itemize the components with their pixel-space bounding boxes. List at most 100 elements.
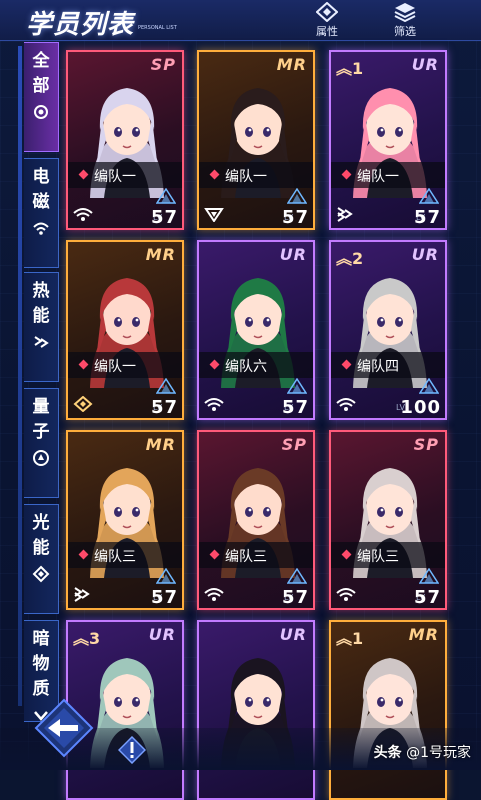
level-value: 57	[281, 397, 309, 418]
rarity-badge: SP	[150, 55, 176, 74]
student-card[interactable]: UR ︽1 编队一 LV 57	[329, 50, 447, 230]
level-value: 57	[150, 587, 178, 608]
star-rank-value: 3	[89, 629, 101, 648]
team-tag: 编队一	[68, 162, 182, 188]
layers-icon	[394, 3, 416, 22]
student-card[interactable]: SP 编队三 LV 57	[197, 430, 315, 610]
team-tag: 编队三	[68, 542, 182, 568]
page-title: 学员列表	[26, 10, 135, 40]
team-tag: 编队三	[199, 542, 313, 568]
team-tag: 编队六	[199, 352, 313, 378]
attribute-button[interactable]: 属性	[302, 2, 352, 38]
watermark-account: @1号玩家	[406, 745, 471, 761]
class-triangle-icon	[419, 568, 439, 584]
team-diamond-icon	[341, 549, 352, 560]
class-triangle-icon	[287, 378, 307, 394]
star-rank: ︽1	[336, 625, 363, 649]
all-icon	[34, 105, 48, 119]
student-card[interactable]: MR ︽1	[329, 620, 447, 800]
light-icon	[32, 565, 50, 583]
team-name: 编队三	[225, 549, 267, 565]
student-card[interactable]: SP 编队一 LV 57	[66, 50, 184, 230]
back-button[interactable]	[34, 698, 94, 758]
star-rank-value: 2	[352, 249, 364, 268]
rarity-badge: SP	[413, 435, 439, 454]
team-name: 编队一	[225, 169, 267, 185]
header-bar: 学员列表 PERSONAL LIST 属性 筛选	[0, 0, 481, 41]
alert-icon[interactable]	[118, 736, 146, 764]
student-card[interactable]: SP 编队三 LV 57	[329, 430, 447, 610]
team-name: 编队六	[225, 359, 267, 375]
sidebar-item-1[interactable]: 电磁	[24, 158, 59, 268]
sidebar-item-2[interactable]: 热能	[24, 272, 59, 382]
rarity-badge: MR	[408, 625, 439, 644]
team-diamond-icon	[209, 169, 220, 180]
team-diamond-icon	[78, 169, 89, 180]
team-tag: 编队一	[331, 162, 445, 188]
wifi-icon	[204, 398, 224, 411]
star-rank: ︽1	[336, 55, 363, 79]
filter-label: 筛选	[394, 25, 416, 38]
level-value: 57	[281, 207, 309, 228]
team-name: 编队一	[357, 169, 399, 185]
rarity-badge: UR	[148, 625, 176, 644]
level-value: 57	[150, 207, 178, 228]
team-name: 编队四	[357, 359, 399, 375]
wifi-icon	[73, 208, 93, 221]
team-tag: 编队四	[331, 352, 445, 378]
watermark-brand: 头条	[373, 745, 402, 761]
sidebar-item-label: 量子	[32, 397, 50, 442]
filter-button[interactable]: 筛选	[380, 2, 430, 38]
sidebar-rail	[18, 46, 22, 706]
team-name: 编队一	[94, 359, 136, 375]
class-triangle-icon	[287, 188, 307, 204]
heat-icon	[74, 587, 90, 602]
class-triangle-icon	[419, 188, 439, 204]
sidebar-item-0[interactable]: 全部	[24, 42, 59, 152]
sidebar-item-3[interactable]: 量子	[24, 388, 59, 498]
level-value: 57	[413, 587, 441, 608]
team-tag: 编队一	[68, 352, 182, 378]
attribute-label: 属性	[316, 25, 338, 38]
student-card[interactable]: MR 编队一 LV 57	[66, 240, 184, 420]
quantum-icon	[33, 450, 49, 466]
team-diamond-icon	[341, 169, 352, 180]
rank-chevron-icon: ︽	[336, 249, 353, 268]
star-rank: ︽2	[336, 245, 363, 269]
page-subtitle: PERSONAL LIST	[138, 25, 177, 31]
student-card[interactable]: MR 编队一 LV 57	[197, 50, 315, 230]
star-rank-value: 1	[352, 629, 364, 648]
rank-chevron-icon: ︽	[73, 629, 90, 648]
rank-chevron-icon: ︽	[336, 59, 353, 78]
rarity-badge: UR	[411, 245, 439, 264]
heat-icon	[34, 336, 49, 348]
sidebar-item-label: 全部	[32, 51, 50, 96]
wifi-icon	[204, 588, 224, 601]
student-card[interactable]: UR 编队六 LV 57	[197, 240, 315, 420]
triangle-icon	[204, 208, 224, 222]
team-tag: 编队三	[331, 542, 445, 568]
star-rank-value: 1	[352, 59, 364, 78]
student-card[interactable]: UR	[197, 620, 315, 800]
team-diamond-icon	[341, 359, 352, 370]
student-card[interactable]: UR ︽2 编队四 LV 100	[329, 240, 447, 420]
team-name: 编队三	[94, 549, 136, 565]
level-value: 100	[400, 397, 441, 418]
rarity-badge: MR	[145, 435, 176, 454]
rarity-badge: UR	[279, 245, 307, 264]
rarity-badge: SP	[281, 435, 307, 454]
team-diamond-icon	[209, 359, 220, 370]
class-triangle-icon	[287, 568, 307, 584]
sidebar-item-4[interactable]: 光能	[24, 504, 59, 614]
student-card[interactable]: MR 编队三 LV 57	[66, 430, 184, 610]
sidebar-item-label: 光能	[32, 513, 50, 558]
class-triangle-icon	[156, 188, 176, 204]
rarity-badge: MR	[145, 245, 176, 264]
rarity-badge: UR	[411, 55, 439, 74]
watermark: 头条 @1号玩家	[374, 742, 471, 762]
level-value: 57	[281, 587, 309, 608]
heat-icon	[337, 207, 353, 222]
sidebar-item-label: 暗物质	[32, 629, 50, 699]
star-rank: ︽3	[73, 625, 100, 649]
rarity-badge: UR	[279, 625, 307, 644]
